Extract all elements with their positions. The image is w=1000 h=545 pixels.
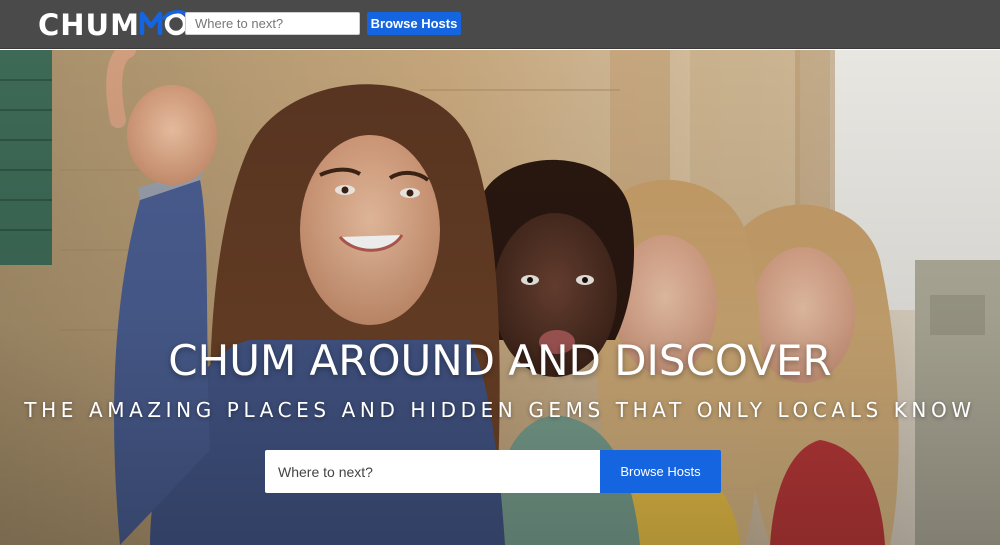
nav-search-input[interactable] — [185, 12, 360, 35]
logo-text: CHUM — [38, 8, 140, 42]
nav-browse-hosts-button[interactable]: Browse Hosts — [367, 12, 461, 35]
mo-swirl-logo-icon — [139, 6, 190, 45]
hero-search-input[interactable] — [265, 450, 601, 493]
chumo-logo[interactable]: CHUM — [38, 8, 190, 42]
hero-browse-hosts-button[interactable]: Browse Hosts — [600, 450, 721, 493]
hero-title: CHUM AROUND AND DISCOVER — [168, 336, 832, 385]
hero-banner: CHUM AROUND AND DISCOVER THE AMAZING PLA… — [0, 50, 1000, 545]
hero-subtitle: THE AMAZING PLACES AND HIDDEN GEMS THAT … — [24, 398, 976, 422]
top-navbar: CHUM Browse Hosts — [0, 0, 1000, 49]
